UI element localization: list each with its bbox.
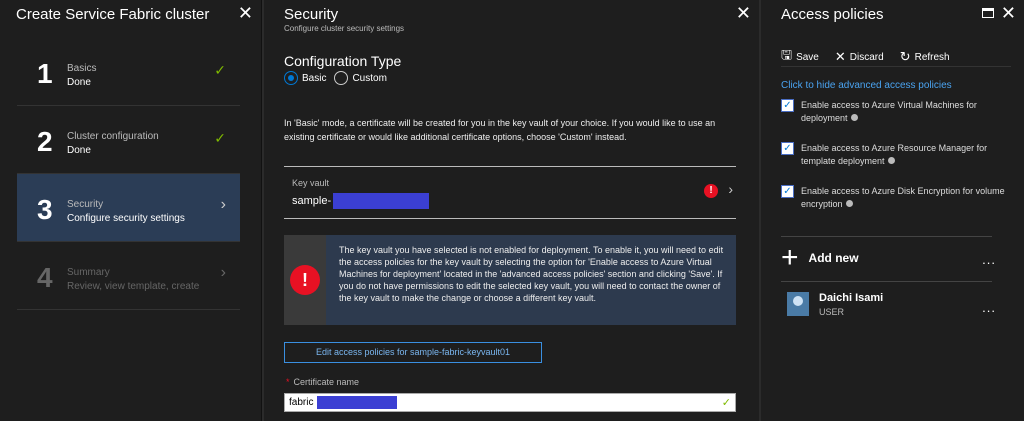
key-vault-label: Key vault [292,178,330,188]
configuration-type-radios: Basic Custom [284,71,387,85]
access-toolbar: 🖫 Save ✕ Discard ↻ Refresh [781,46,950,68]
discard-icon: ✕ [834,49,846,64]
certificate-name-label: * Certificate name [286,377,359,387]
radio-custom[interactable]: Custom [334,71,387,85]
access-close-icon[interactable]: ✕ [1001,4,1016,22]
chevron-right-icon: › [728,181,733,197]
step-basics[interactable]: 1 Basics Done ✓ [17,38,240,106]
toolbar-divider [781,66,1011,67]
chevron-right-icon: › [220,196,226,213]
save-icon: 🖫 [781,47,793,62]
step-status: Review, view template, create [67,281,200,292]
refresh-label: Refresh [914,51,950,63]
info-icon[interactable] [887,157,895,164]
alert-icon-container: ! [284,235,326,325]
policy-checkbox[interactable]: ✓ [781,142,794,155]
section-divider [781,281,992,282]
chevron-right-icon: › [220,264,226,281]
discard-label: Discard [849,51,884,63]
step-number: 2 [37,126,53,157]
policy-checkbox[interactable]: ✓ [781,185,794,198]
step-status: Configure security settings [67,213,185,224]
security-title: Security [284,6,339,23]
redaction-block [333,193,430,209]
security-subtitle: Configure cluster security settings [284,24,405,33]
key-vault-name: sample- [292,195,332,207]
error-icon: ! [704,184,718,198]
refresh-icon: ↻ [899,49,911,64]
alert-message: The key vault you have selected is not e… [339,245,724,303]
avatar [787,292,809,316]
plus-icon: + [781,241,799,274]
step-number: 4 [37,262,53,293]
step-security[interactable]: 3 Security Configure security settings › [17,174,240,242]
maximize-icon[interactable] [982,8,994,18]
step-status: Done [67,145,91,156]
step-summary[interactable]: 4 Summary Review, view template, create … [17,242,240,310]
mode-description: In 'Basic' mode, a certificate will be c… [284,118,716,142]
wizard-steps: 1 Basics Done ✓ 2 Cluster configuration … [17,38,240,310]
policy-text: Enable access to Azure Disk Encryption f… [801,186,1005,209]
step-status: Done [67,77,91,88]
refresh-button[interactable]: ↻ Refresh [900,46,950,68]
radio-selected-icon [284,71,298,85]
error-icon: ! [290,265,320,295]
step-label: Summary [67,267,110,278]
checkmark-icon: ✓ [721,397,731,409]
certificate-name-text: Certificate name [293,377,360,387]
step-number: 1 [37,58,53,89]
configuration-type-heading: Configuration Type [284,53,402,69]
radio-custom-label: Custom [352,72,387,84]
checkmark-icon: ✓ [214,62,226,78]
key-vault-selector[interactable]: Key vault sample- ! › [284,166,736,219]
certificate-name-value: fabric [289,397,314,408]
policy-label: Enable access to Azure Virtual Machines … [801,99,1021,125]
policy-checkbox[interactable]: ✓ [781,99,794,112]
policy-label: Enable access to Azure Resource Manager … [801,142,1021,168]
save-label: Save [796,51,819,63]
redaction-block [317,396,398,409]
add-new-label: Add new [808,251,859,265]
wizard-title: Create Service Fabric cluster [16,6,210,23]
add-new-more-icon[interactable]: ... [982,252,996,267]
security-blade: Security Configure cluster security sett… [264,0,759,421]
radio-basic-label: Basic [302,72,327,84]
radio-basic[interactable]: Basic [284,71,326,85]
step-number: 3 [37,194,53,225]
hide-advanced-policies-link[interactable]: Click to hide advanced access policies [781,80,952,91]
info-icon[interactable] [845,200,853,207]
save-button[interactable]: 🖫 Save [781,46,819,68]
discard-button[interactable]: ✕ Discard [835,46,884,68]
required-marker: * [286,377,290,387]
section-divider [781,236,992,237]
user-role: USER [819,307,845,317]
security-close-icon[interactable]: ✕ [736,4,751,22]
policy-text: Enable access to Azure Virtual Machines … [801,100,977,123]
access-policies-title: Access policies [781,6,884,23]
add-new-button[interactable]: + Add new [781,243,859,273]
step-cluster-configuration[interactable]: 2 Cluster configuration Done ✓ [17,106,240,174]
step-label: Cluster configuration [67,131,159,142]
policy-label: Enable access to Azure Disk Encryption f… [801,185,1021,211]
access-policies-blade: Access policies ✕ 🖫 Save ✕ Discard ↻ Ref… [761,0,1024,421]
wizard-blade: Create Service Fabric cluster ✕ 1 Basics… [0,0,262,421]
info-icon[interactable] [850,114,858,121]
certificate-name-field[interactable]: fabric ✓ [284,393,736,412]
key-vault-value: sample- [292,193,430,209]
step-label: Basics [67,63,97,74]
wizard-close-icon[interactable]: ✕ [238,4,253,22]
step-label: Security [67,199,104,210]
user-more-icon[interactable]: ... [982,300,996,315]
key-vault-alert: ! The key vault you have selected is not… [284,235,736,325]
user-name: Daichi Isami [819,292,884,304]
radio-empty-icon [334,71,349,85]
checkmark-icon: ✓ [214,130,226,146]
edit-access-policies-button[interactable]: Edit access policies for sample-fabric-k… [284,342,542,363]
